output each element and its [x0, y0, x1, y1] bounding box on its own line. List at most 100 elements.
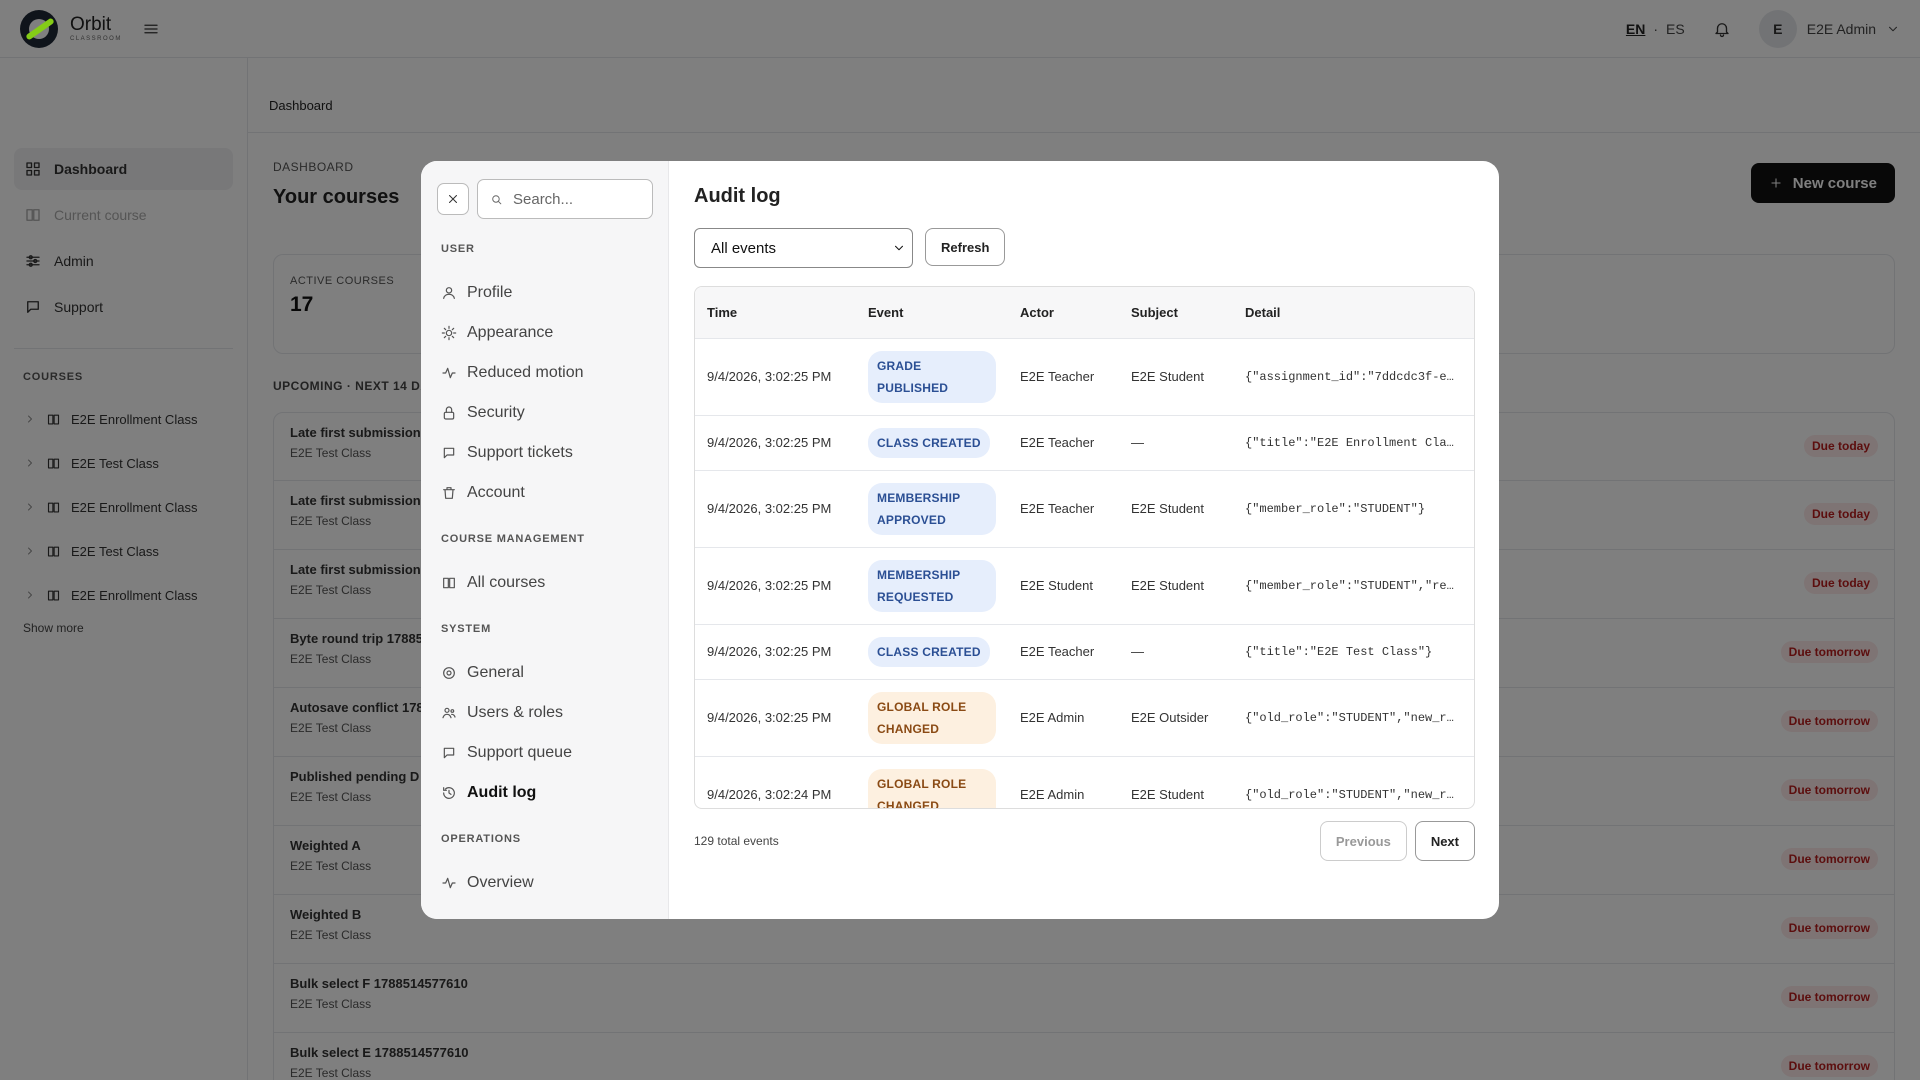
settings-item-general[interactable]: General [437, 653, 653, 693]
item-label: Audit log [467, 784, 537, 801]
item-label: All courses [467, 574, 546, 591]
item-label: General [467, 664, 524, 681]
total-events: 129 total events [694, 834, 779, 848]
cell-detail: {"old_role":"STUDENT","new_r… [1245, 787, 1454, 802]
item-label: Support tickets [467, 444, 573, 461]
settings-item-reduced-motion[interactable]: Reduced motion [437, 353, 653, 393]
audit-log-panel: Audit log All events Refresh Time Event … [669, 161, 1499, 919]
table-row: 9/4/2026, 3:02:25 PM MEMBERSHIP APPROVED… [695, 470, 1474, 548]
cell-time: 9/4/2026, 3:02:25 PM [695, 415, 856, 471]
cell-detail: {"member_role":"STUDENT","re… [1245, 578, 1454, 593]
chat-icon [441, 745, 457, 761]
item-label: Reduced motion [467, 364, 584, 381]
cell-time: 9/4/2026, 3:02:25 PM [695, 547, 856, 625]
item-label: Users & roles [467, 704, 564, 721]
item-label: Account [467, 484, 525, 501]
table-row: 9/4/2026, 3:02:25 PM GRADE PUBLISHED E2E… [695, 338, 1474, 416]
column-header-actor: Actor [1008, 287, 1119, 339]
cell-subject: E2E Outsider [1119, 679, 1233, 757]
event-badge: GLOBAL ROLE CHANGED [868, 768, 996, 808]
audit-table[interactable]: Time Event Actor Subject Detail 9/4/2026… [694, 286, 1475, 809]
cell-time: 9/4/2026, 3:02:25 PM [695, 470, 856, 548]
item-label: Appearance [467, 324, 554, 341]
event-badge: GRADE PUBLISHED [868, 350, 996, 403]
settings-item-security[interactable]: Security [437, 393, 653, 433]
table-row: 9/4/2026, 3:02:25 PM GLOBAL ROLE CHANGED… [695, 679, 1474, 757]
cell-subject: — [1119, 624, 1233, 680]
settings-item-users-roles[interactable]: Users & roles [437, 693, 653, 733]
cell-actor: E2E Teacher [1008, 624, 1119, 680]
chat-icon [441, 445, 457, 461]
cell-time: 9/4/2026, 3:02:24 PM [695, 756, 856, 808]
settings-item-appearance[interactable]: Appearance [437, 313, 653, 353]
cell-actor: E2E Teacher [1008, 470, 1119, 548]
settings-item-all-courses[interactable]: All courses [437, 563, 653, 603]
pulse-icon [441, 875, 457, 891]
panel-title: Audit log [694, 185, 781, 207]
column-header-detail: Detail [1233, 287, 1474, 339]
cell-actor: E2E Teacher [1008, 415, 1119, 471]
settings-item-overview[interactable]: Overview [437, 863, 653, 903]
next-button[interactable]: Next [1414, 821, 1475, 861]
cell-time: 9/4/2026, 3:02:25 PM [695, 679, 856, 757]
history-icon [441, 785, 457, 801]
cell-detail: {"title":"E2E Test Class"} [1245, 644, 1433, 659]
event-badge: GLOBAL ROLE CHANGED [868, 691, 996, 744]
cell-subject: E2E Student [1119, 338, 1233, 416]
table-row: 9/4/2026, 3:02:25 PM CLASS CREATED E2E T… [695, 624, 1474, 680]
settings-sidebar: Search... USER Profile Appearance Reduce… [421, 161, 669, 919]
users-icon [441, 705, 457, 721]
close-button[interactable] [437, 183, 469, 215]
refresh-button[interactable]: Refresh [925, 228, 1006, 266]
book-icon [441, 575, 457, 591]
event-badge: CLASS CREATED [868, 636, 990, 667]
cell-detail: {"member_role":"STUDENT"} [1245, 501, 1426, 516]
item-label: Security [467, 404, 525, 421]
item-label: Support queue [467, 744, 572, 761]
pulse-icon [441, 365, 457, 381]
close-icon [446, 192, 460, 206]
cell-actor: E2E Student [1008, 547, 1119, 625]
cell-subject: E2E Student [1119, 756, 1233, 808]
select-value: All events [711, 239, 777, 257]
cell-time: 9/4/2026, 3:02:25 PM [695, 624, 856, 680]
cell-actor: E2E Admin [1008, 756, 1119, 808]
event-badge: MEMBERSHIP APPROVED [868, 482, 996, 535]
group-heading-course-management: COURSE MANAGEMENT [441, 533, 585, 545]
search-placeholder: Search... [513, 190, 574, 208]
search-input[interactable]: Search... [477, 179, 653, 219]
item-label: Overview [467, 874, 534, 891]
table-row: 9/4/2026, 3:02:24 PM GLOBAL ROLE CHANGED… [695, 756, 1474, 808]
settings-item-support-queue[interactable]: Support queue [437, 733, 653, 773]
cell-detail: {"old_role":"STUDENT","new_r… [1245, 710, 1454, 725]
pagination: Previous Next [1319, 821, 1475, 861]
user-icon [441, 285, 457, 301]
event-badge: MEMBERSHIP REQUESTED [868, 559, 996, 612]
table-row: 9/4/2026, 3:02:25 PM CLASS CREATED E2E T… [695, 415, 1474, 471]
item-label: Profile [467, 284, 513, 301]
previous-button[interactable]: Previous [1319, 821, 1407, 861]
event-badge: CLASS CREATED [868, 427, 990, 458]
group-heading-system: SYSTEM [441, 623, 492, 635]
cell-subject: E2E Student [1119, 470, 1233, 548]
settings-item-audit-log[interactable]: Audit log [437, 773, 653, 813]
cell-subject: — [1119, 415, 1233, 471]
sun-icon [441, 325, 457, 341]
lock-icon [441, 405, 457, 421]
settings-modal: Search... USER Profile Appearance Reduce… [421, 161, 1499, 919]
settings-item-profile[interactable]: Profile [437, 273, 653, 313]
settings-item-support-tickets[interactable]: Support tickets [437, 433, 653, 473]
event-filter-select[interactable]: All events [694, 228, 913, 268]
group-heading-operations: OPERATIONS [441, 833, 521, 845]
settings-item-account[interactable]: Account [437, 473, 653, 513]
cell-actor: E2E Admin [1008, 679, 1119, 757]
cell-actor: E2E Teacher [1008, 338, 1119, 416]
column-header-subject: Subject [1119, 287, 1233, 339]
cell-subject: E2E Student [1119, 547, 1233, 625]
trash-icon [441, 485, 457, 501]
cell-detail: {"title":"E2E Enrollment Cla… [1245, 435, 1454, 450]
group-heading-user: USER [441, 243, 475, 255]
column-header-event: Event [856, 287, 1008, 339]
table-row: 9/4/2026, 3:02:25 PM MEMBERSHIP REQUESTE… [695, 547, 1474, 625]
cell-detail: {"assignment_id":"7ddcdc3f-e… [1245, 369, 1454, 384]
